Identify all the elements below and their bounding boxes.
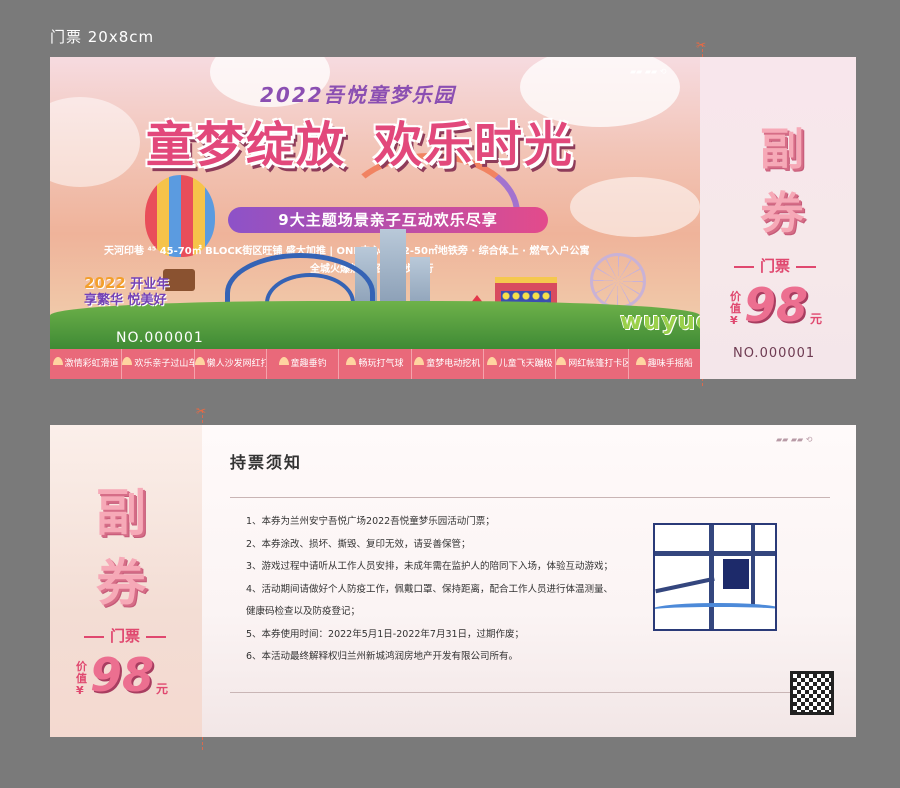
notice-item: 5、本券使用时间：2022年5月1日-2022年7月31日，过期作废； [246, 628, 525, 640]
event-title: 2022吾悦童梦乐园 [260, 83, 456, 107]
ticket-stub: 副 券 门票 价值 ¥ 98 元 [700, 57, 856, 379]
main-slogan: 童梦绽放 欢乐时光 [146, 105, 574, 175]
attractions-bar: 激情彩虹滑道 欢乐亲子过山车 懒人沙发网红打卡区 童趣垂钓 畅玩打气球 童梦电动… [50, 349, 700, 379]
price-value: 98 [744, 278, 809, 332]
ticket-label: 门票 [728, 255, 822, 276]
stub-title-quan: 券 [96, 554, 146, 612]
attraction-item: 激情彩虹滑道 [50, 349, 123, 379]
price-unit: 元 [810, 312, 823, 326]
page-label: 门票 20x8cm [50, 28, 155, 46]
back-stub: 副 券 门票 价值 ¥ 98 元 [50, 425, 202, 737]
ticket-front: ▰▰ ▰▰ ⟲ 2022吾悦童梦乐园 童梦绽放 欢乐时光 9大主题场景亲子互动欢乐… [50, 57, 856, 379]
notice-item: 4、活动期间请做好个人防疫工作，佩戴口罩、保持距离，配合工作人员进行体温测量、 [246, 583, 614, 595]
cloud-decoration [570, 177, 700, 237]
stub-title-quan: 券 [760, 188, 804, 239]
slogan-left: 童梦绽放 [146, 117, 347, 173]
price-row: 价值 ¥ 98 元 [76, 648, 169, 702]
opening-year-label: 开业年 [130, 277, 170, 292]
brand-logo-small: ▰▰ ▰▰ ⟲ [776, 435, 813, 444]
map-target-icon [723, 559, 749, 589]
attraction-item: 网红帐篷打卡区 [556, 349, 629, 379]
stub-title-fu: 副 [760, 124, 804, 175]
opening-slogan: 享繁华 悦美好 [84, 293, 167, 308]
notice-item: 2、本券涂改、损坏、撕毁、复印无效，请妥善保管； [246, 538, 471, 550]
river-line [655, 603, 775, 617]
attraction-item: 儿童飞天蹦极 [484, 349, 557, 379]
notice-item: 1、本券为兰州安宁吾悦广场2022吾悦童梦乐园活动门票； [246, 516, 495, 527]
ferris-wheel-illustration [590, 253, 646, 309]
price-row: 价值 ¥ 98 元 [730, 278, 823, 332]
notice-item: 3、游戏过程中请听从工作人员安排，未成年需在监护人的陪同下入场，体验互动游戏； [246, 561, 614, 572]
stub-serial-number: NO.000001 [733, 346, 816, 361]
qr-code-icon [790, 671, 834, 715]
price-label: 价值 ¥ [76, 660, 87, 697]
location-map [653, 523, 777, 631]
ticket-back: 副 券 门票 价值 ¥ 98 元 ▰▰ ▰▰ ⟲ 持票须知 1、本券为兰州安宁吾悦… [50, 425, 856, 737]
stub-title-fu: 副 [96, 484, 146, 542]
property-info-line: 天河印巷 ⁴⁵ 45-70㎡ BLOCK街区旺铺 盛大加推 | ONE中心 ⁴²… [104, 246, 590, 257]
attraction-item: 懒人沙发网红打卡区 [194, 349, 267, 379]
attraction-item: 畅玩打气球 [339, 349, 412, 379]
divider [230, 497, 830, 498]
slogan-right: 欢乐时光 [374, 117, 575, 173]
price-value: 98 [90, 648, 155, 702]
notice-list: 1、本券为兰州安宁吾悦广场2022吾悦童梦乐园活动门票； 2、本券涂改、损坏、撕… [246, 511, 646, 669]
notice-title: 持票须知 [230, 453, 303, 472]
attraction-item: 欢乐亲子过山车 [122, 349, 195, 379]
attraction-item: 童趣垂钓 [267, 349, 340, 379]
brand-logo-small: ▰▰ ▰▰ ⟲ [630, 67, 667, 76]
attraction-item: 趣味手摇船 [629, 349, 700, 379]
ticket-label: 门票 [78, 625, 172, 646]
attraction-item: 童梦电动挖机 [412, 349, 484, 379]
serial-number: NO.000001 [116, 330, 204, 346]
cloud-decoration [50, 97, 140, 187]
notice-item: 健康码检查以及防疫登记； [246, 606, 361, 617]
price-label: 价值 ¥ [730, 290, 741, 327]
opening-year: 2022 [84, 274, 126, 292]
divider [230, 692, 830, 693]
scissors-icon: ✂ [196, 404, 207, 418]
scissors-icon: ✂ [696, 38, 707, 52]
opening-year-badge: 2022 开业年 享繁华 悦美好 [84, 275, 169, 309]
notice-item: 6、本活动最终解释权归兰州新城鸿润房地产开发有限公司所有。 [246, 651, 519, 662]
price-unit: 元 [156, 682, 169, 696]
